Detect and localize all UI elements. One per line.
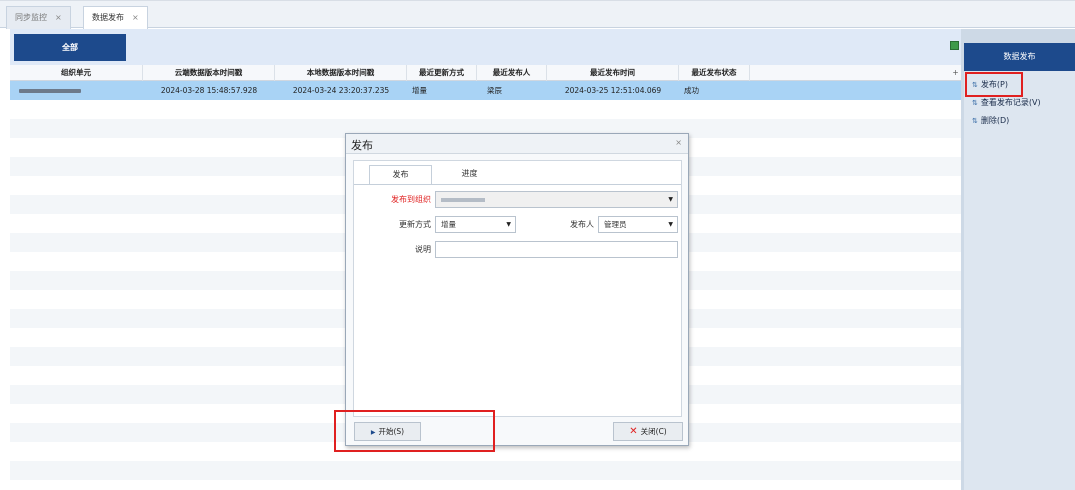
close-icon[interactable]: × [675, 138, 682, 147]
close-button[interactable]: ✕ 关闭(C) [613, 422, 683, 441]
delete-action[interactable]: ⇅ 删除(D) [972, 113, 1009, 129]
grid-header: 组织单元 云端数据版本时间戳 本地数据版本时间戳 最近更新方式 最近发布人 最近… [10, 65, 961, 81]
dialog-titlebar: 发布 × [346, 134, 688, 154]
publisher-label: 发布人 [570, 220, 594, 229]
update-mode-cell: 增量 [412, 86, 427, 95]
column-header[interactable]: 最近发布状态 [679, 65, 750, 81]
column-header[interactable]: 最近发布时间 [547, 65, 679, 81]
action-label: 删除(D) [980, 116, 1010, 125]
chevron-down-icon: ▼ [668, 221, 673, 228]
close-icon[interactable]: × [55, 13, 62, 22]
column-header[interactable]: 最近更新方式 [407, 65, 477, 81]
mode-label: 更新方式 [399, 220, 431, 229]
publisher-value: 管理员 [604, 220, 627, 229]
publish-dialog: 发布 × 发布 进度 发布到组织 ▼ 更新方式 增量 ▼ 发布人 管理员 ▼ 说… [345, 133, 689, 446]
tab-label: 数据发布 [92, 13, 124, 22]
publisher-select[interactable]: 管理员 ▼ [598, 216, 678, 233]
record-icon: ⇅ [972, 99, 978, 107]
tab-bar: 同步监控 × 数据发布 × [0, 0, 1075, 30]
close-label: 关闭(C) [640, 427, 667, 436]
status-cell: 成功 [684, 86, 699, 95]
desc-label: 说明 [415, 245, 431, 254]
chevron-down-icon: ▼ [506, 221, 511, 228]
org-select[interactable]: ▼ [435, 191, 678, 208]
tab-sync-monitor[interactable]: 同步监控 × [6, 6, 71, 29]
tab-publish[interactable]: 发布 [369, 165, 432, 185]
close-x-icon: ✕ [629, 426, 638, 437]
highlight-box [334, 410, 495, 452]
table-row [10, 100, 961, 119]
tab-divider [354, 184, 681, 185]
mode-value: 增量 [441, 220, 456, 229]
local-ts-cell: 2024-03-24 23:20:37.235 [292, 86, 390, 95]
action-list: ⇅ 发布(P) ⇅ 查看发布记录(V) ⇅ 删除(D) [964, 71, 1075, 490]
all-button[interactable]: 全部 [14, 34, 126, 61]
column-header[interactable]: 最近发布人 [477, 65, 547, 81]
publisher-cell: 梁辰 [487, 86, 502, 95]
org-label: 发布到组织 [391, 195, 431, 204]
column-header[interactable]: 组织单元 [10, 65, 143, 81]
action-label: 查看发布记录(V) [980, 98, 1041, 107]
chevron-down-icon: ▼ [668, 196, 673, 203]
highlight-box [965, 72, 1023, 97]
desc-input[interactable] [435, 241, 678, 258]
publish-time-cell: 2024-03-25 12:51:04.069 [564, 86, 662, 95]
export-excel-icon[interactable] [950, 41, 959, 50]
view-records-action[interactable]: ⇅ 查看发布记录(V) [972, 95, 1041, 111]
redacted-text [441, 198, 485, 202]
column-header[interactable]: 云端数据版本时间戳 [143, 65, 275, 81]
table-row [10, 461, 961, 480]
dialog-body: 发布 进度 发布到组织 ▼ 更新方式 增量 ▼ 发布人 管理员 ▼ 说明 [353, 160, 682, 417]
add-column-icon[interactable]: + [950, 65, 961, 81]
action-panel-title: 数据发布 [964, 43, 1075, 71]
dialog-title: 发布 [351, 139, 373, 152]
tab-label: 同步监控 [15, 13, 47, 22]
cloud-ts-cell: 2024-03-28 15:48:57.928 [160, 86, 258, 95]
org-cell [10, 81, 90, 100]
column-header[interactable]: 本地数据版本时间戳 [275, 65, 407, 81]
delete-icon: ⇅ [972, 117, 978, 125]
tab-data-publish[interactable]: 数据发布 × [83, 6, 148, 30]
action-panel: 数据发布 ⇅ 发布(P) ⇅ 查看发布记录(V) ⇅ 删除(D) [961, 29, 1075, 490]
redacted-text [19, 89, 81, 93]
table-row[interactable]: 2024-03-28 15:48:57.928 2024-03-24 23:20… [10, 81, 961, 100]
mode-select[interactable]: 增量 ▼ [435, 216, 516, 233]
close-icon[interactable]: × [132, 13, 139, 22]
tab-progress[interactable]: 进度 [442, 165, 497, 185]
table-row [10, 480, 961, 490]
toolbar: 全部 [10, 29, 961, 65]
